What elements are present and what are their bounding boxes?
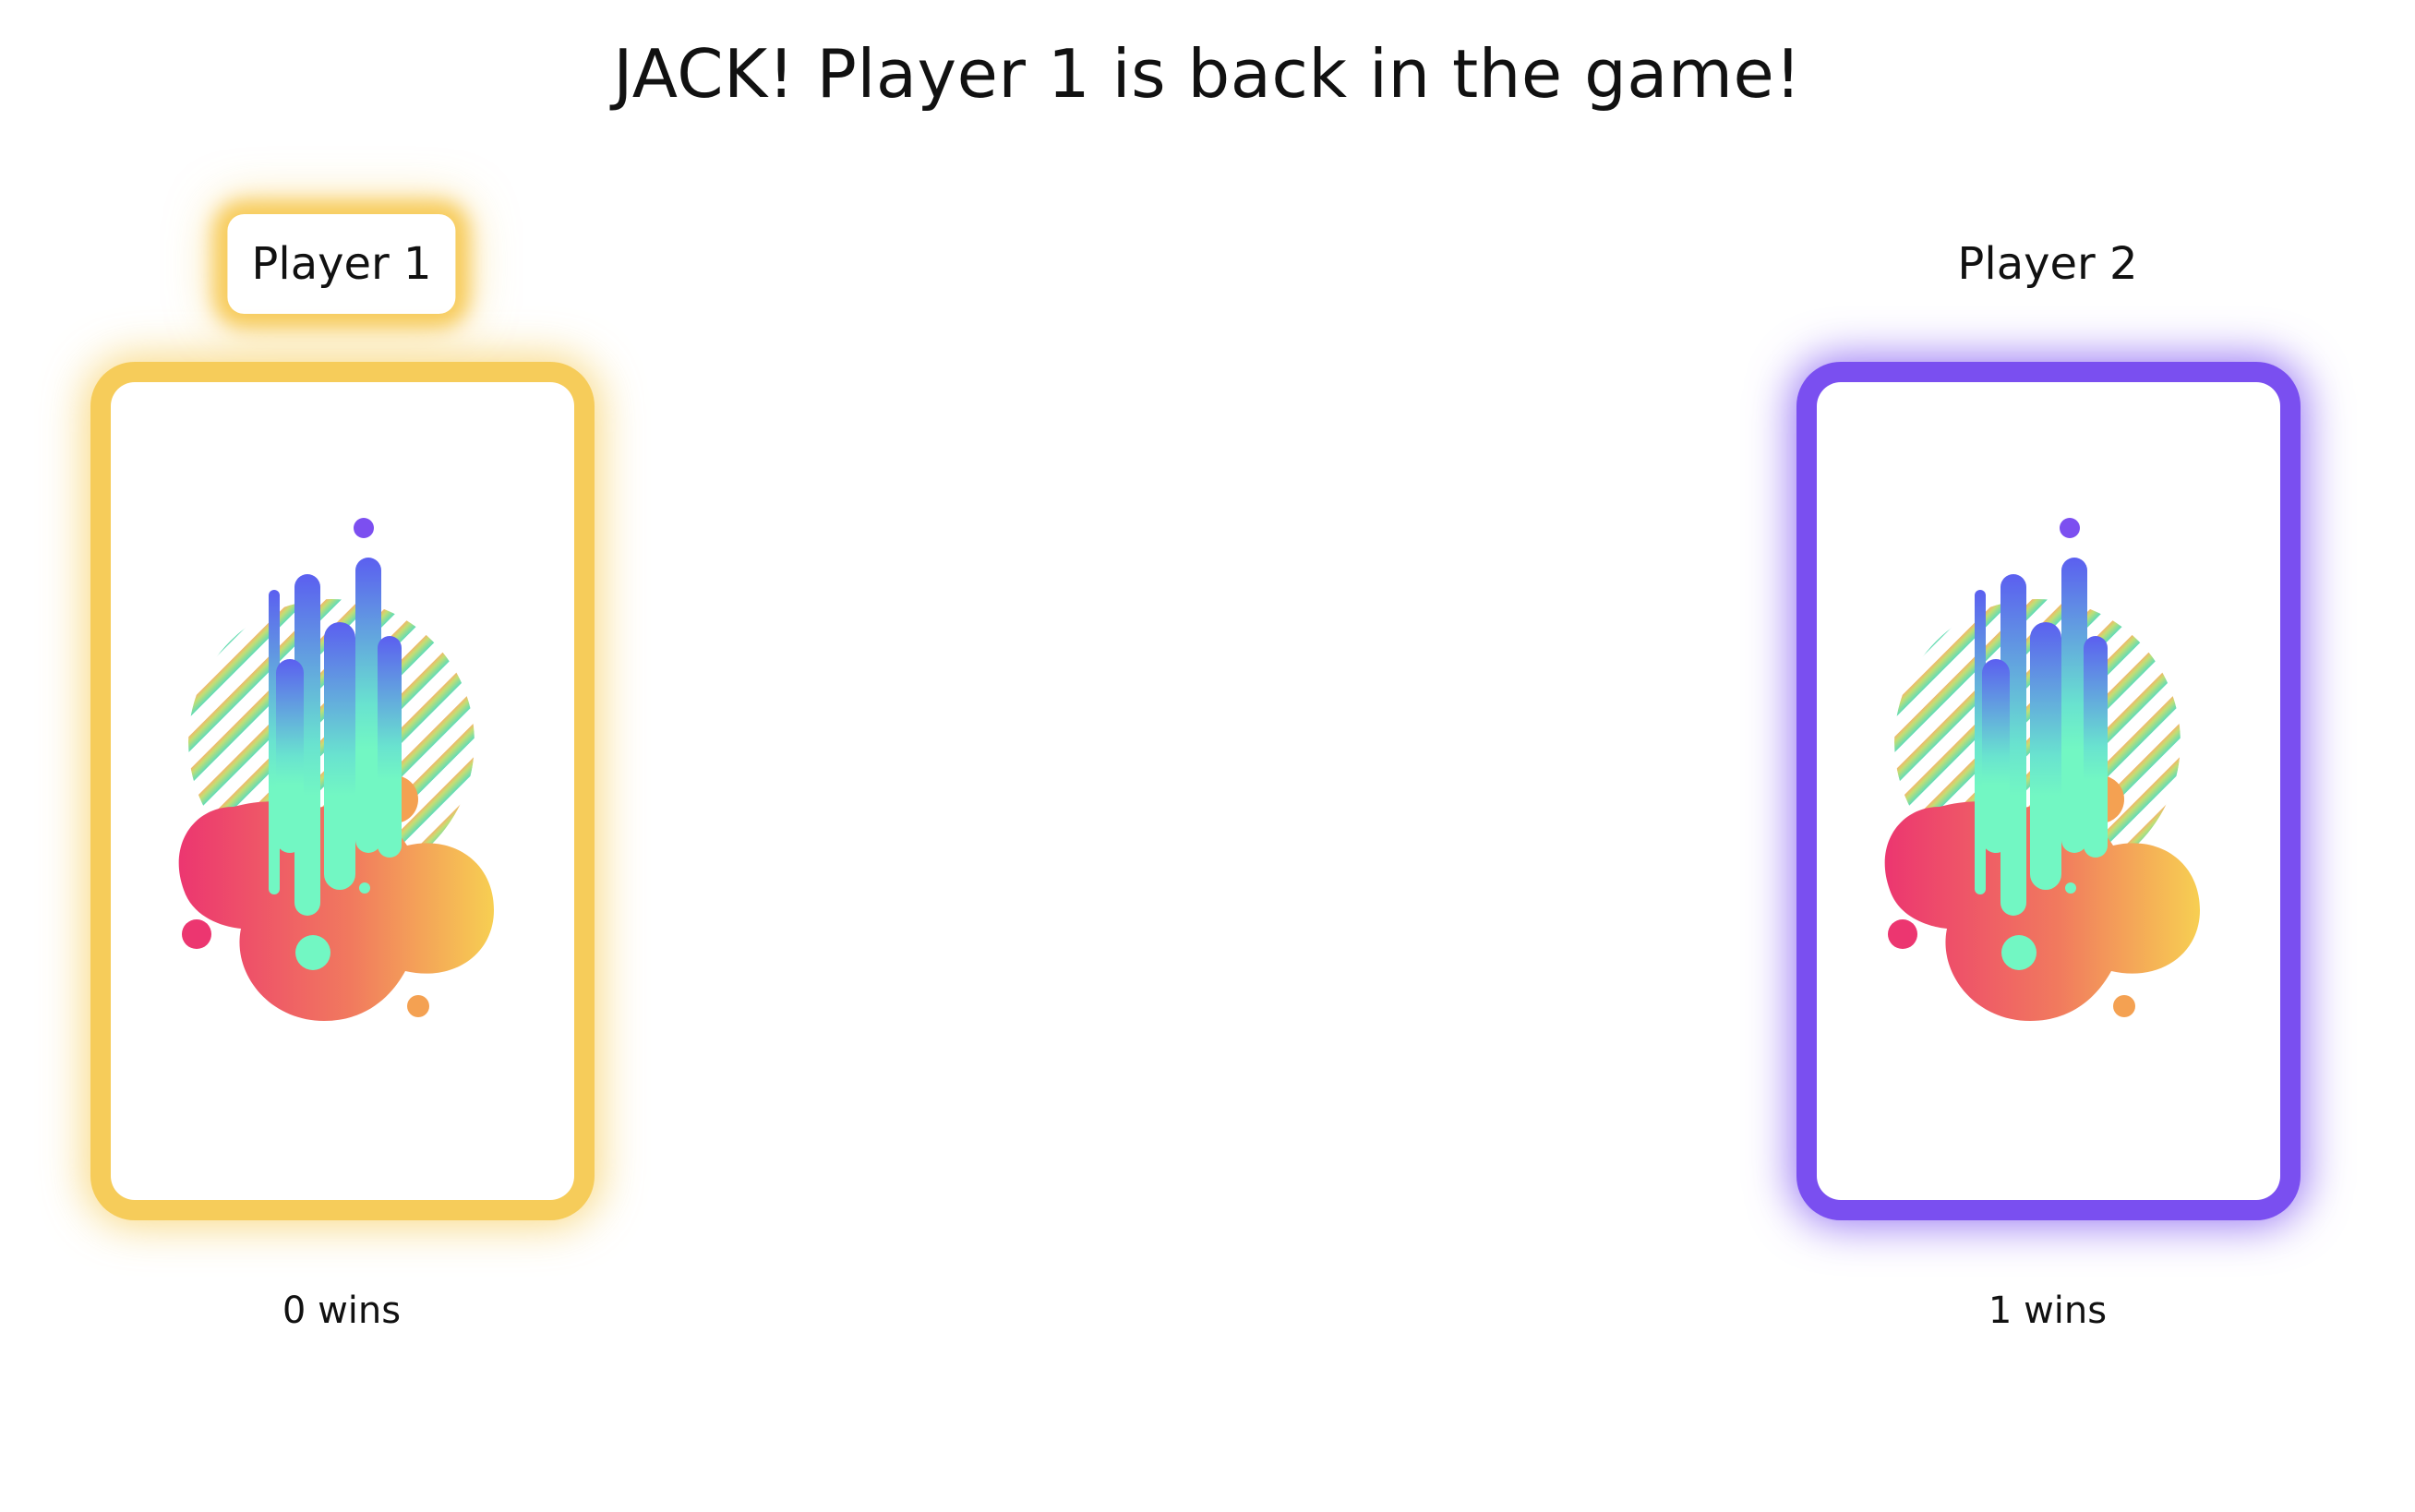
player-1-name-label: Player 1 bbox=[227, 214, 456, 314]
player-2-wins: 1 wins bbox=[1988, 1290, 2108, 1332]
abstract-paint-splash-icon bbox=[1882, 511, 2215, 1028]
player-2-name-label: Player 2 bbox=[1933, 214, 2162, 314]
game-message: JACK! Player 1 is back in the game! bbox=[613, 35, 1802, 113]
player-2-card[interactable] bbox=[1817, 382, 2280, 1200]
player-1-card[interactable] bbox=[111, 382, 574, 1200]
abstract-paint-splash-icon bbox=[176, 511, 509, 1028]
player-1-wins: 0 wins bbox=[282, 1290, 402, 1332]
game-screen: JACK! Player 1 is back in the game! Play… bbox=[0, 0, 2415, 1512]
